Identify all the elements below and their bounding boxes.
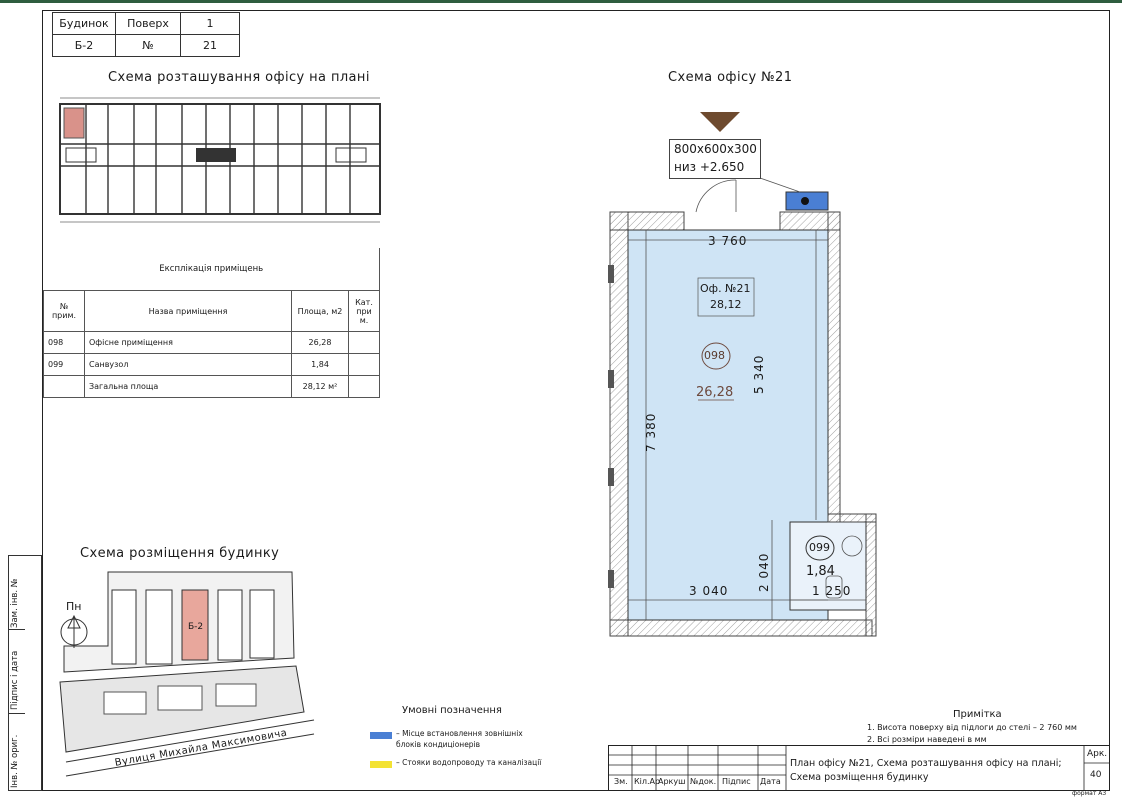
office-label: Оф. №21: [700, 282, 751, 295]
room-098-area: 26,28: [696, 385, 734, 400]
legend-item-yellow: – Стояки водопроводу та каналізації: [396, 758, 542, 767]
notes-title: Примітка: [953, 709, 1002, 720]
row-name: Санвузол: [84, 353, 292, 376]
office-plan: [608, 112, 877, 637]
row-name: Офісне приміщення: [84, 331, 292, 354]
col-cat-header: Кат. при м.: [348, 290, 380, 332]
row-num: 098: [43, 331, 85, 354]
total-area: 28,12 м²: [291, 375, 349, 398]
side-sign-date: Підпис і дата: [10, 650, 20, 710]
table-row-total: Загальна площа 28,12 м²: [43, 375, 380, 398]
building-scheme-title: Схема розміщення будинку: [80, 546, 280, 561]
legend-title: Умовні позначення: [402, 705, 502, 716]
side-inv-no: Інв. № ориг.: [10, 734, 20, 788]
stamp-col-date: Дата: [760, 777, 781, 786]
stamp-sheet-label: Арк.: [1087, 749, 1108, 759]
dim-wc-height: 2 040: [757, 552, 771, 592]
ac-unit-callout: 800x600x300 низ +2.650: [669, 139, 761, 179]
dim-wc-width: 1 250: [812, 584, 852, 598]
col-area-header: Площа, м2: [291, 290, 349, 332]
room-099-area: 1,84: [806, 564, 835, 579]
dim-right: 5 340: [752, 354, 766, 394]
legend-item-blue: – Місце встановлення зовнішніх блоків ко…: [396, 729, 523, 749]
side-zam-inv: Зам. інв. №: [10, 578, 20, 628]
stamp-description: План офісу №21, Схема розташування офісу…: [790, 758, 1062, 783]
explication-caption: Експлікація приміщень: [43, 248, 380, 291]
legend-swatch-yellow: [370, 761, 392, 768]
stamp-col-kil: Кіл.Ар: [634, 777, 661, 786]
notes-line2: 2. Всі розміри наведені в мм: [867, 735, 987, 744]
stamp-format: формат А3: [1072, 790, 1107, 797]
total-name: Загальна площа: [84, 375, 292, 398]
top-border-line: [0, 0, 1122, 3]
ac-unit-level: низ +2.650: [674, 160, 745, 174]
stamp-col-ark: Аркуш: [658, 777, 686, 786]
stamp-col-sign: Підпис: [722, 777, 751, 786]
explication-table: Експлікація приміщень № прим. Назва прим…: [43, 248, 380, 398]
dim-top: 3 760: [708, 234, 748, 248]
floor-label: Поверх: [115, 12, 181, 35]
stamp-col-zm: Зм.: [614, 777, 628, 786]
office-area: 28,12: [710, 298, 742, 311]
notes-line1: 1. Висота поверху від підлоги до стелі –…: [867, 723, 1077, 732]
floor-value: 1: [180, 12, 240, 35]
dim-bottom: 3 040: [689, 584, 729, 598]
row-area: 26,28: [291, 331, 349, 354]
building-tag: Б-2: [188, 622, 204, 632]
side-strip: Зам. інв. № Підпис і дата Інв. № ориг.: [8, 555, 42, 791]
floor-scheme-title: Схема розташування офісу на плані: [108, 70, 370, 85]
table-row: 099 Санвузол 1,84: [43, 353, 380, 376]
stamp-sheet-number: 40: [1090, 770, 1102, 780]
building-value: Б-2: [52, 34, 116, 57]
north-label: Пн: [66, 600, 82, 613]
building-label: Будинок: [52, 12, 116, 35]
dim-left: 7 380: [644, 412, 658, 452]
floor-plan-thumbnail: [59, 97, 381, 223]
col-name-header: Назва приміщення: [84, 290, 292, 332]
ac-unit-size: 800x600x300: [674, 142, 757, 156]
col-num-header: № прим.: [43, 290, 85, 332]
stamp-col-doc: №док.: [690, 777, 717, 786]
header-table: Будинок Поверх 1 Б-2 № 21: [52, 12, 240, 57]
legend-swatch-blue: [370, 732, 392, 739]
room-099-number: 099: [809, 541, 830, 554]
row-num: 099: [43, 353, 85, 376]
number-value: 21: [180, 34, 240, 57]
number-label: №: [115, 34, 181, 57]
table-row: 098 Офісне приміщення 26,28: [43, 331, 380, 354]
room-098-number: 098: [704, 349, 725, 362]
row-area: 1,84: [291, 353, 349, 376]
office-scheme-title: Схема офісу №21: [668, 70, 793, 85]
